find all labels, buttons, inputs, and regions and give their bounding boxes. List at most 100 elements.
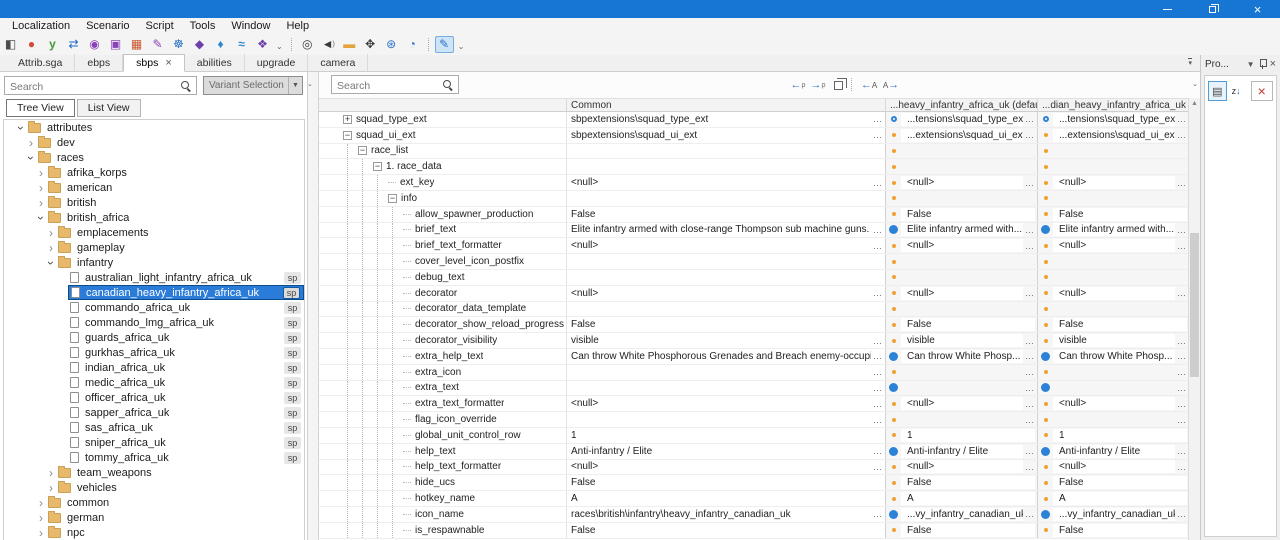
pen-icon[interactable]: ✎ — [148, 36, 167, 53]
ellipsis-button[interactable]: … — [1175, 351, 1187, 361]
default-override-cell[interactable] — [885, 144, 1037, 159]
column-header-default[interactable]: ...heavy_infantry_africa_uk (default) — [885, 99, 1037, 111]
ellipsis-button[interactable]: … — [1175, 367, 1187, 377]
ellipsis-button[interactable]: … — [1023, 367, 1035, 377]
ellipsis-button[interactable]: … — [1175, 114, 1187, 124]
menu-help[interactable]: Help — [278, 19, 317, 33]
override-value[interactable]: 1 — [1053, 429, 1187, 442]
chevron-expanded-icon[interactable]: › — [16, 121, 26, 135]
default-override-cell[interactable]: False — [885, 207, 1037, 222]
clipped-tool-icon[interactable]: ◧ — [1, 36, 20, 53]
waves-icon[interactable]: ≈ — [232, 36, 251, 53]
default-override-cell[interactable]: <null>… — [885, 286, 1037, 301]
ellipsis-button[interactable]: … — [871, 367, 883, 377]
default-override-cell[interactable] — [885, 302, 1037, 317]
sort-alphabetical-button[interactable]: z↓ — [1227, 81, 1246, 101]
column-header-common[interactable]: Common — [566, 99, 885, 111]
ellipsis-button[interactable]: … — [1175, 288, 1187, 298]
sp-override-cell[interactable] — [1037, 144, 1189, 159]
sp-override-cell[interactable] — [1037, 302, 1189, 317]
sp-override-cell[interactable]: ...vy_infantry_canadian_uk… — [1037, 507, 1189, 522]
ellipsis-button[interactable]: … — [1175, 383, 1187, 393]
history-icon[interactable]: ◔ — [403, 36, 422, 53]
override-value[interactable]: Can throw White Phosp... — [901, 350, 1023, 363]
ellipsis-button[interactable]: … — [871, 225, 883, 235]
common-value-cell[interactable]: <null>… — [566, 238, 885, 253]
override-value[interactable]: Anti-infantry / Elite — [901, 445, 1023, 458]
find-previous-icon[interactable]: ←ρ — [789, 77, 807, 93]
tree-item-attributes[interactable]: ›attributes — [4, 120, 304, 135]
tab-camera[interactable]: camera — [308, 54, 368, 71]
expander-expanded-icon[interactable]: − — [343, 131, 352, 140]
tab-upgrade[interactable]: upgrade — [245, 54, 309, 71]
tree-item-sas_africa_uk[interactable]: sas_africa_uksp — [4, 420, 304, 435]
tree-item-british_africa[interactable]: ›british_africa — [4, 210, 304, 225]
override-value[interactable]: A — [1053, 492, 1187, 505]
shield-icon[interactable]: ◆ — [190, 36, 209, 53]
expander-expanded-icon[interactable]: − — [358, 146, 367, 155]
speaker-icon[interactable]: ◄) — [319, 36, 338, 53]
clear-button[interactable]: × — [1251, 81, 1273, 101]
property-name-cell[interactable]: −1. race_data — [319, 159, 566, 174]
minimize-button[interactable] — [1145, 0, 1190, 18]
chevron-collapsed-icon[interactable]: › — [34, 183, 48, 193]
ellipsis-button[interactable]: … — [1023, 336, 1035, 346]
inspect-icon[interactable]: ◉ — [85, 36, 104, 53]
tree-item-gameplay[interactable]: ›gameplay — [4, 240, 304, 255]
sp-override-cell[interactable]: <null>… — [1037, 238, 1189, 253]
tree-item-vehicles[interactable]: ›vehicles — [4, 480, 304, 495]
sp-override-cell[interactable]: <null>… — [1037, 286, 1189, 301]
tab-sbps[interactable]: sbps× — [123, 54, 185, 72]
chevron-collapsed-icon[interactable]: › — [34, 513, 48, 523]
common-value-cell[interactable] — [566, 254, 885, 269]
panel-close-icon[interactable]: × — [1270, 58, 1276, 70]
tree-item-american[interactable]: ›american — [4, 180, 304, 195]
override-value[interactable]: False — [1053, 476, 1187, 489]
ellipsis-button[interactable]: … — [1023, 399, 1035, 409]
property-name-cell[interactable]: ext_key — [319, 175, 566, 190]
target-icon[interactable]: ◎ — [298, 36, 317, 53]
override-value[interactable]: <null> — [901, 460, 1023, 473]
property-name-cell[interactable]: hide_ucs — [319, 475, 566, 490]
tree-item-common[interactable]: ›common — [4, 495, 304, 510]
chevron-collapsed-icon[interactable]: › — [44, 228, 58, 238]
override-value[interactable]: visible — [901, 334, 1023, 347]
common-value-cell[interactable]: Anti-infantry / Elite… — [566, 444, 885, 459]
close-button[interactable]: × — [1235, 0, 1280, 18]
color-wheel-icon[interactable]: ● — [22, 36, 41, 53]
override-value[interactable]: ...vy_infantry_canadian_uk — [1053, 508, 1175, 521]
override-value[interactable]: False — [1053, 524, 1187, 537]
default-override-cell[interactable]: False — [885, 523, 1037, 538]
menu-script[interactable]: Script — [138, 19, 182, 33]
ellipsis-button[interactable]: … — [1023, 130, 1035, 140]
default-override-cell[interactable]: visible… — [885, 333, 1037, 348]
property-name-cell[interactable]: hotkey_name — [319, 491, 566, 506]
chevron-collapsed-icon[interactable]: › — [44, 243, 58, 253]
menu-scenario[interactable]: Scenario — [78, 19, 137, 33]
tree-item-commando_africa_uk[interactable]: commando_africa_uksp — [4, 300, 304, 315]
default-override-cell[interactable] — [885, 159, 1037, 174]
override-value[interactable]: Elite infantry armed with... — [1053, 223, 1175, 236]
tree-item-german[interactable]: ›german — [4, 510, 304, 525]
sp-override-cell[interactable]: <null>… — [1037, 175, 1189, 190]
default-override-cell[interactable]: <null>… — [885, 396, 1037, 411]
ellipsis-button[interactable]: … — [1175, 178, 1187, 188]
expand-arrows-icon[interactable]: ✥ — [361, 36, 380, 53]
expander-expanded-icon[interactable]: − — [373, 162, 382, 171]
sp-override-cell[interactable]: ...tensions\squad_type_ext… — [1037, 112, 1189, 127]
ellipsis-button[interactable]: … — [1023, 446, 1035, 456]
common-value-cell[interactable]: False — [566, 523, 885, 538]
override-value[interactable]: <null> — [1053, 239, 1175, 252]
tree-item-indian_africa_uk[interactable]: indian_africa_uksp — [4, 360, 304, 375]
common-value-cell[interactable]: <null>… — [566, 460, 885, 475]
panel-menu-icon[interactable]: ▼ — [1247, 60, 1255, 69]
ellipsis-button[interactable]: … — [1023, 509, 1035, 519]
property-name-cell[interactable]: icon_name — [319, 507, 566, 522]
restore-button[interactable] — [1190, 0, 1235, 18]
override-value[interactable]: visible — [1053, 334, 1175, 347]
vertical-scrollbar[interactable]: ▲ — [1188, 98, 1200, 540]
sp-override-cell[interactable] — [1037, 191, 1189, 206]
common-value-cell[interactable]: sbpextensions\squad_type_ext… — [566, 112, 885, 127]
override-value[interactable]: Can throw White Phosp... — [1053, 350, 1175, 363]
image-icon[interactable]: ▬ — [340, 36, 359, 53]
